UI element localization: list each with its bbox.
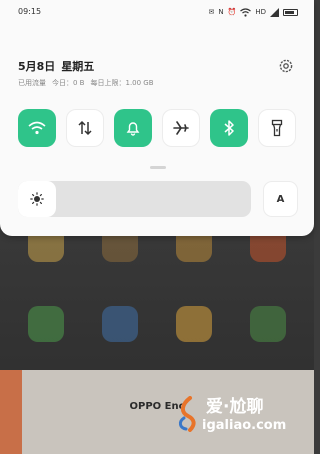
weekday-label: 星期五 xyxy=(61,60,95,73)
tile-do-not-disturb[interactable] xyxy=(114,109,152,147)
data-today-label: 今日：0 B xyxy=(52,79,85,87)
tile-flashlight[interactable] xyxy=(258,109,296,147)
tile-mobile-data[interactable] xyxy=(66,109,104,147)
data-usage-row[interactable]: 已用流量 今日：0 B 每日上限：1.00 GB xyxy=(18,78,160,88)
nfc-icon: N xyxy=(218,8,224,16)
date-row: 5月8日 星期五 xyxy=(18,55,94,74)
app-icon xyxy=(102,306,138,342)
watermark-logo xyxy=(178,396,196,432)
app-icon xyxy=(176,306,212,342)
status-bar: 09:15 ✉ N ⏰ HD xyxy=(0,0,314,24)
tile-airplane-mode[interactable] xyxy=(162,109,200,147)
sun-icon xyxy=(30,192,44,206)
data-limit-label: 每日上限：1.00 GB xyxy=(90,79,154,87)
tile-wifi[interactable] xyxy=(18,109,56,147)
watermark-line1: 爱·尬聊 xyxy=(206,397,264,417)
app-icon xyxy=(28,306,64,342)
wifi-icon xyxy=(28,121,46,135)
bluetooth-icon xyxy=(224,120,234,136)
recent-app-card-edge xyxy=(0,370,22,454)
tile-bluetooth[interactable] xyxy=(210,109,248,147)
airplane-icon xyxy=(173,121,189,135)
app-icon xyxy=(250,306,286,342)
alarm-icon: ⏰ xyxy=(227,8,237,16)
battery-icon xyxy=(283,8,298,16)
data-used-label: 已用流量 xyxy=(18,79,46,87)
status-time: 09:15 xyxy=(18,7,42,16)
hd-icon: HD xyxy=(255,8,266,16)
watermark: 爱·尬聊 igaliao.com xyxy=(176,392,306,442)
settings-button[interactable] xyxy=(276,56,296,76)
status-icons: ✉ N ⏰ HD xyxy=(208,6,298,18)
date-label: 5月8日 xyxy=(18,60,56,73)
auto-brightness-button[interactable]: A xyxy=(263,181,298,217)
signal-icon xyxy=(270,7,279,17)
notification-shade: 09:15 ✉ N ⏰ HD 5月8日 星期五 已用流量 今日：0 B 每日上限：1.… xyxy=(0,0,314,236)
wifi-icon xyxy=(240,7,252,17)
bell-icon xyxy=(126,122,140,136)
data-arrows-icon xyxy=(78,120,92,136)
notification-icon: ✉ xyxy=(208,8,215,16)
watermark-line2: igaliao.com xyxy=(202,418,287,433)
gear-icon xyxy=(279,59,293,73)
shade-expand-handle[interactable] xyxy=(150,166,166,169)
flashlight-icon xyxy=(271,119,283,137)
brightness-slider[interactable] xyxy=(18,181,251,217)
